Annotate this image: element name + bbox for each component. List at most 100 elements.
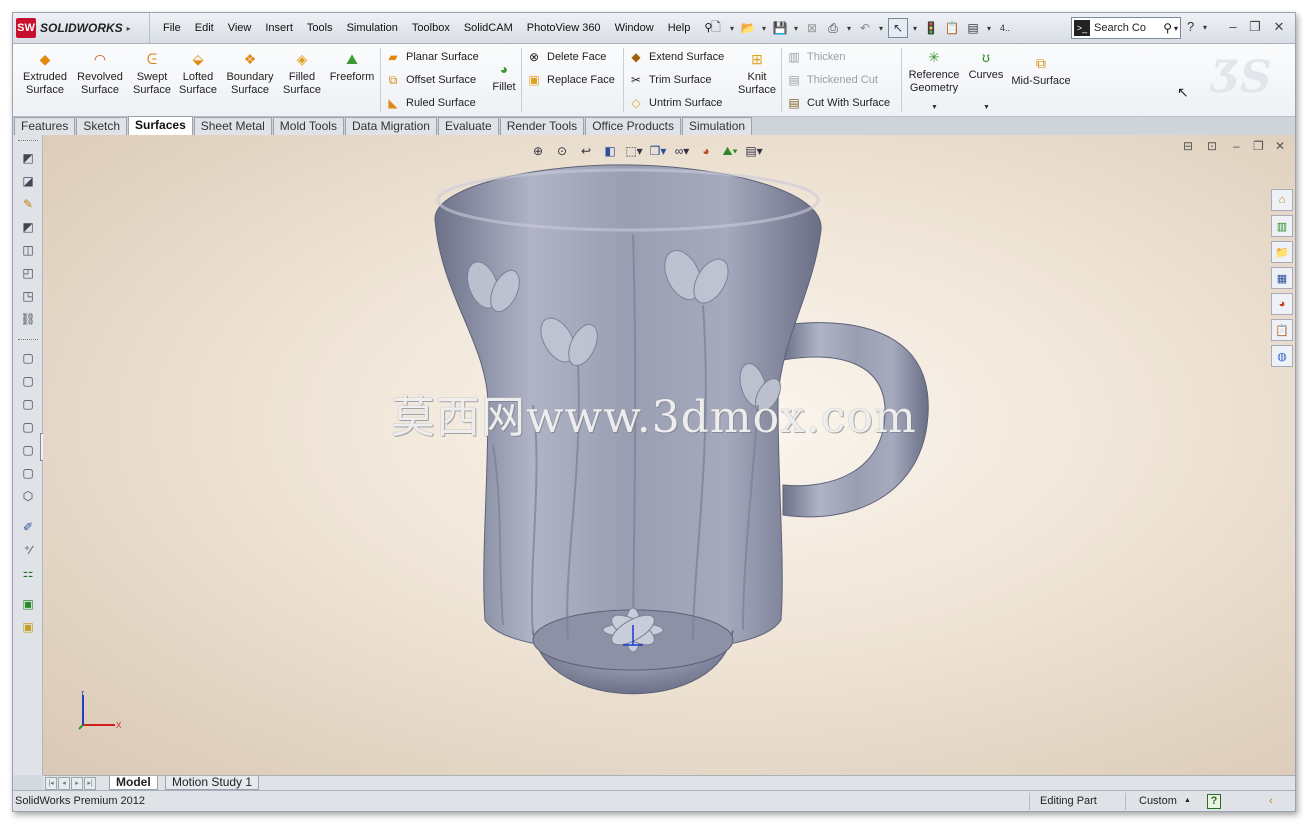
menu-file[interactable]: File (156, 13, 188, 43)
relations-icon[interactable]: ⚏ (19, 564, 37, 582)
file-explorer-icon[interactable]: 📁 (1271, 241, 1293, 263)
last-tab-icon[interactable]: ▸| (84, 777, 96, 790)
thicken-button[interactable]: ▥ Thicken (786, 49, 845, 65)
view-orientation-icon[interactable]: ▢ (19, 349, 37, 367)
curves-dropdown-icon[interactable]: ▼ (983, 104, 990, 111)
tab-surfaces[interactable]: Surfaces (128, 116, 193, 135)
split-horizontal-icon[interactable]: ⊟ (1183, 139, 1193, 153)
trim-surface-button[interactable]: ✂ Trim Surface (628, 72, 712, 88)
reference-geometry-button[interactable]: ✳ Reference Geometry (905, 48, 963, 95)
layer-icon[interactable]: ▣ (19, 618, 37, 636)
sketch-tool-icon[interactable]: ✎ (19, 195, 37, 213)
more-icon[interactable]: 4.. (996, 19, 1014, 37)
extend-surface-button[interactable]: ◆ Extend Surface (628, 49, 724, 65)
sketch-tool-icon[interactable]: ◩ (19, 149, 37, 167)
search-box[interactable]: >_ Search Co ⚲ ▾ (1071, 17, 1181, 39)
fillet-button[interactable]: ◕ Fillet (489, 60, 519, 94)
open-dropdown-icon[interactable]: ▾ (760, 24, 768, 33)
menu-window[interactable]: Window (608, 13, 661, 43)
minimize-icon[interactable]: – (1225, 19, 1241, 34)
open-folder-icon[interactable]: 📂 (739, 19, 757, 37)
delete-face-button[interactable]: ⊗ Delete Face (526, 49, 606, 65)
print-icon[interactable]: ⎙ (824, 19, 842, 37)
toolbar-grip[interactable] (18, 140, 38, 143)
thickened-cut-button[interactable]: ▤ Thickened Cut (786, 72, 878, 88)
filled-surface-button[interactable]: ◈ Filled Surface (281, 50, 323, 97)
undo-icon[interactable]: ↶ (856, 19, 874, 37)
cup-model[interactable] (393, 145, 993, 745)
save-icon[interactable]: 💾 (771, 19, 789, 37)
reference-geometry-dropdown-icon[interactable]: ▼ (931, 104, 938, 111)
options-icon[interactable]: ▤ (964, 19, 982, 37)
view-orientation-icon[interactable]: ⬡ (19, 487, 37, 505)
sketch-tool-icon[interactable]: ⛓ (19, 310, 37, 328)
select-arrow-icon[interactable]: ↖ (888, 18, 908, 38)
revolved-surface-button[interactable]: ◠ Revolved Surface (75, 50, 125, 97)
offset-surface-button[interactable]: ⧉ Offset Surface (385, 72, 476, 88)
split-vertical-icon[interactable]: ⊡ (1207, 139, 1217, 153)
tab-model[interactable]: Model (109, 776, 158, 790)
lofted-surface-button[interactable]: ⬙ Lofted Surface (177, 50, 219, 97)
boundary-surface-button[interactable]: ❖ Boundary Surface (223, 50, 277, 97)
menu-photoview[interactable]: PhotoView 360 (520, 13, 608, 43)
view-orientation-icon[interactable]: ▢ (19, 441, 37, 459)
status-expand-icon[interactable]: ‹ (1269, 795, 1273, 807)
tab-features[interactable]: Features (14, 117, 76, 135)
tab-office-products[interactable]: Office Products (585, 117, 682, 135)
sketch-tool-icon[interactable]: ◳ (19, 287, 37, 305)
undo-dropdown-icon[interactable]: ▾ (877, 24, 885, 33)
toolbar-grip[interactable] (18, 339, 38, 342)
new-document-icon[interactable]: 🗋 (707, 19, 725, 37)
cut-with-surface-button[interactable]: ▤ Cut With Surface (786, 95, 890, 111)
sketch-tool-icon[interactable]: ◩ (19, 218, 37, 236)
doc-restore-icon[interactable]: ❐ (1253, 139, 1264, 153)
tab-evaluate[interactable]: Evaluate (437, 117, 499, 135)
menu-solidcam[interactable]: SolidCAM (457, 13, 520, 43)
view-orientation-icon[interactable]: ▢ (19, 372, 37, 390)
replace-face-button[interactable]: ▣ Replace Face (526, 72, 615, 88)
view-orientation-icon[interactable]: ▢ (19, 395, 37, 413)
doc-minimize-icon[interactable]: – (1233, 139, 1240, 153)
doc-close-icon[interactable]: ✕ (1275, 139, 1285, 153)
extruded-surface-button[interactable]: ◆ Extruded Surface (21, 50, 69, 97)
new-dropdown-icon[interactable]: ▾ (728, 24, 736, 33)
file-properties-icon[interactable]: 📋 (943, 19, 961, 37)
rebuild-icon[interactable]: 🚦 (922, 19, 940, 37)
prev-tab-icon[interactable]: ◂ (58, 777, 70, 790)
layer-icon[interactable]: ▣ (19, 595, 37, 613)
units-selector[interactable]: Custom (1139, 795, 1177, 807)
custom-properties-icon[interactable]: 📋 (1271, 319, 1293, 341)
view-orientation-icon[interactable]: ▢ (19, 464, 37, 482)
search-dropdown-icon[interactable]: ▾ (1174, 24, 1178, 33)
first-tab-icon[interactable]: |◂ (45, 777, 57, 790)
solidworks-logo[interactable]: SW SOLIDWORKS ▸ (16, 17, 131, 39)
menu-view[interactable]: View (221, 13, 259, 43)
tab-simulation[interactable]: Simulation (682, 117, 753, 135)
select-dropdown-icon[interactable]: ▾ (911, 24, 919, 33)
view-palette-icon[interactable]: ▦ (1271, 267, 1293, 289)
close-icon[interactable]: ✕ (1271, 19, 1287, 35)
search-input[interactable]: Search Co (1094, 22, 1163, 34)
mid-surface-button[interactable]: ⧉ Mid-Surface (1011, 54, 1071, 88)
tab-data-migration[interactable]: Data Migration (344, 117, 437, 135)
help-dropdown-icon[interactable]: ▾ (1203, 23, 1207, 32)
swept-surface-button[interactable]: ᕮ Swept Surface (131, 50, 173, 97)
tab-mold-tools[interactable]: Mold Tools (272, 117, 344, 135)
solidworks-forum-icon[interactable]: ◍ (1271, 345, 1293, 367)
options-dropdown-icon[interactable]: ▾ (985, 24, 993, 33)
print-dropdown-icon[interactable]: ▾ (845, 24, 853, 33)
menu-help[interactable]: Help (661, 13, 698, 43)
design-library-icon[interactable]: ▥ (1271, 215, 1293, 237)
sketch-tool-icon[interactable]: ◫ (19, 241, 37, 259)
menu-toolbox[interactable]: Toolbox (405, 13, 457, 43)
restore-icon[interactable]: ❐ (1247, 19, 1263, 35)
graphics-area[interactable]: ⊕ ⊙ ↩ ◧ ⬚▾ ❒▾ ∞▾ ◕ ⛰▾ ▤▾ ⊟ ⊡ – ❐ ✕ 莫西网ww… (43, 135, 1295, 775)
tab-motion-study-1[interactable]: Motion Study 1 (165, 776, 260, 790)
smart-dimension-icon[interactable]: ⁺∕ (19, 541, 37, 559)
save-dropdown-icon[interactable]: ▾ (792, 24, 800, 33)
tab-sketch[interactable]: Sketch (76, 117, 128, 135)
sketch-tool-icon[interactable]: ◰ (19, 264, 37, 282)
ruled-surface-button[interactable]: ◣ Ruled Surface (385, 95, 475, 111)
menu-simulation[interactable]: Simulation (340, 13, 405, 43)
planar-surface-button[interactable]: ▰ Planar Surface (385, 49, 478, 65)
